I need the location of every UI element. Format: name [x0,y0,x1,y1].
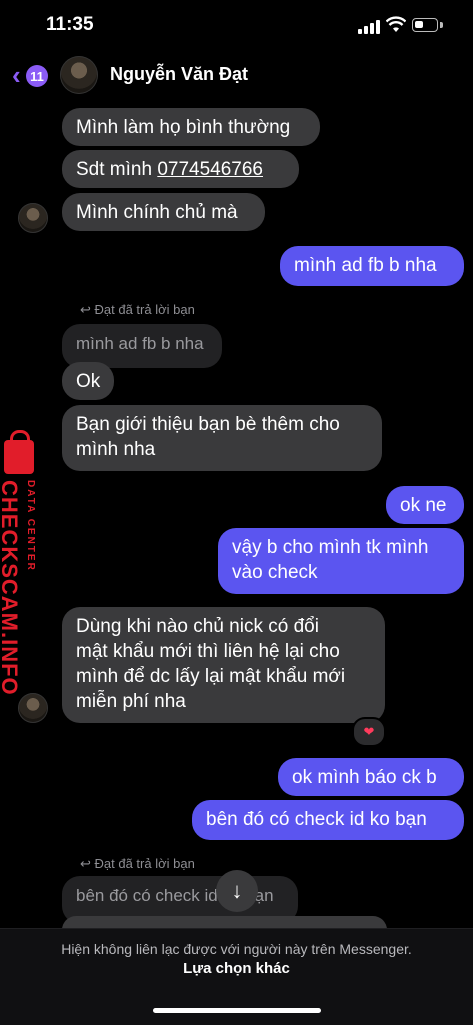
message-text: mình ad fb b nha [294,255,437,276]
lock-icon [4,430,34,474]
message-text: ok ne [400,495,447,516]
message-outgoing[interactable]: ok mình báo ck b [278,758,464,796]
cellular-signal-icon [358,20,380,34]
message-outgoing[interactable]: ok ne [386,486,464,524]
message-text: mình nha [76,439,156,460]
message-incoming[interactable]: Sdt mình 0774546766 [62,150,299,188]
watermark-sub: DATA CENTER [25,480,36,572]
unavailable-notice: Hiện không liên lạc được với người này t… [61,941,412,957]
other-options-button[interactable]: Lựa chọn khác [0,960,473,977]
reply-indicator: ↩ Đạt đã trả lời bạn [80,302,195,317]
reply-arrow-icon: ↩ [80,302,95,317]
message-incoming[interactable]: Mình làm họ bình thường [62,108,320,146]
sender-avatar[interactable] [18,203,48,233]
message-text: bên đó có check id ko bạn [206,809,427,830]
sender-avatar[interactable] [18,693,48,723]
message-incoming[interactable]: Ok [62,362,114,400]
back-chevron-icon[interactable]: ‹ [12,62,21,88]
reply-arrow-icon: ↩ [80,856,95,871]
message-text: vào check [232,562,318,583]
message-outgoing[interactable]: vậy b cho mình tk mình vào check [218,528,464,594]
wifi-icon [386,16,406,32]
message-incoming[interactable]: Mình chính chủ mà [62,193,265,231]
contact-avatar[interactable] [60,56,98,94]
battery-tip [440,22,443,28]
message-text: vậy b cho mình tk mình [232,537,429,558]
heart-reaction-icon[interactable]: ❤ [352,717,386,747]
message-text: miễn phí nha [76,691,186,712]
status-time: 11:35 [46,14,94,35]
battery-icon [412,18,438,32]
message-text: Mình chính chủ mà [76,202,238,223]
reply-indicator: ↩ Đạt đã trả lời bạn [80,856,195,871]
message-outgoing[interactable]: bên đó có check id ko bạn [192,800,464,840]
quoted-text: mình ad fb b nha [76,334,204,353]
message-incoming[interactable]: Dùng khi nào chủ nick có đổi mật khẩu mớ… [62,607,385,723]
message-text: Dùng khi nào chủ nick có đổi [76,616,319,637]
contact-name[interactable]: Nguyễn Văn Đạt [110,64,248,85]
message-text: Ok [76,371,101,392]
watermark-brand: CHECKSCAM.INFO [0,480,22,696]
message-text: Mình làm họ bình thường [76,117,291,138]
message-text: mình để dc lấy lại mật khẩu mới [76,666,346,687]
unread-badge[interactable]: 11 [26,65,48,87]
message-incoming[interactable]: Bạn giới thiệu bạn bè thêm cho mình nha [62,405,382,471]
home-indicator[interactable] [153,1008,321,1013]
message-text: mật khẩu mới thì liên hệ lại cho [76,641,340,662]
scroll-down-arrow-icon[interactable]: ↓ [216,870,258,912]
message-text: ok mình báo ck b [292,767,437,788]
message-outgoing[interactable]: mình ad fb b nha [280,246,464,286]
message-text: Bạn giới thiệu bạn bè thêm cho [76,414,340,435]
message-text: Sdt mình [76,159,158,180]
phone-link[interactable]: 0774546766 [157,159,263,180]
